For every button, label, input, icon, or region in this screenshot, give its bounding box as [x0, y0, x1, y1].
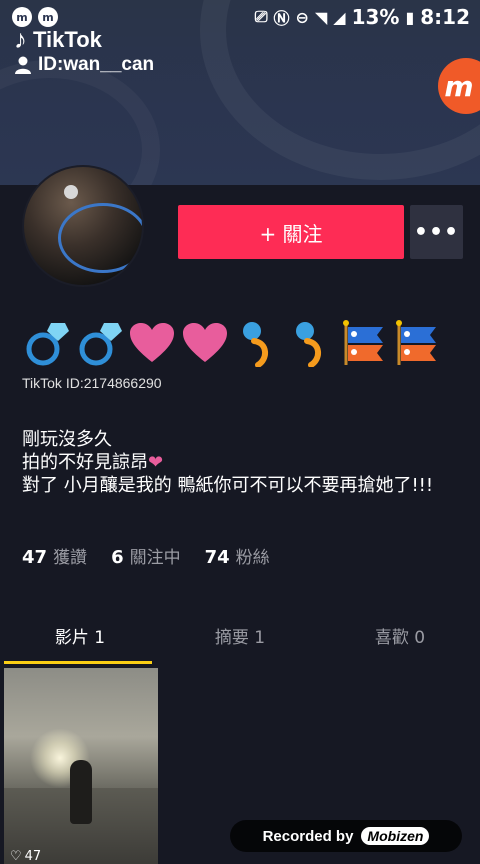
tab-likes[interactable]: 喜歡 0 — [320, 606, 480, 664]
video-likes-count: 47 — [24, 849, 42, 864]
followers-label: 粉絲 — [235, 548, 270, 568]
tiktok-id: TikTok ID:2174866290 — [22, 375, 162, 391]
following-stat[interactable]: 6 關注中 — [111, 543, 181, 568]
wifi-icon: ◥ — [314, 7, 328, 27]
app-name: TikTok — [33, 26, 102, 52]
following-label: 關注中 — [129, 548, 181, 568]
battery-icon: ▮ — [405, 7, 415, 27]
bio-line: 對了 小月釀是我的 鴨紙你可不可以不要再搶她了!!! — [22, 475, 434, 496]
more-options-button[interactable]: ••• — [410, 205, 463, 259]
recorder-watermark: Recorded by Mobizen — [230, 820, 462, 852]
followers-count: 74 — [204, 547, 230, 568]
pacifier-icon — [287, 318, 334, 368]
following-count: 6 — [111, 547, 124, 568]
ring-icon — [22, 318, 69, 368]
tiktok-logo-icon: ♪ — [14, 24, 27, 54]
user-icon — [15, 56, 31, 74]
carp-streamer-icon — [393, 318, 440, 368]
heart-outline-icon: ♡ — [10, 849, 22, 864]
user-id-row: ID:wan__can — [14, 54, 154, 76]
profile-bio: 剛玩沒多久 拍的不好見諒昂❤ 對了 小月釀是我的 鴨紙你可不可以不要再搶她了!!… — [22, 428, 462, 497]
follow-button[interactable]: + 關注 — [178, 205, 404, 259]
tab-videos[interactable]: 影片 1 — [0, 606, 160, 664]
heart-icon: ❤ — [148, 452, 164, 473]
nfc-icon: Ⓝ — [273, 9, 290, 28]
ring-icon — [75, 318, 122, 368]
battery-level: 13% — [351, 5, 400, 29]
likes-count: 47 — [22, 547, 48, 568]
likes-label: 獲讚 — [53, 548, 88, 568]
avatar[interactable] — [22, 165, 144, 287]
recorder-text: Recorded by — [262, 827, 354, 845]
bio-line: 剛玩沒多久 — [22, 429, 112, 450]
video-likes: ♡ 47 — [10, 849, 41, 864]
tab-summary[interactable]: 摘要 1 — [160, 606, 320, 664]
user-id: ID:wan__can — [38, 54, 155, 75]
app-title: ♪ TikTok — [14, 24, 102, 55]
heart-icon — [128, 318, 175, 368]
emoji-row — [22, 318, 440, 368]
bio-line: 拍的不好見諒昂❤ — [22, 452, 164, 473]
video-thumbnail[interactable]: ♡ 47 — [4, 668, 158, 864]
cast-icon: ⎚ — [254, 7, 268, 26]
signal-icon: ◢ — [333, 7, 346, 27]
profile-tabs: 影片 1 摘要 1 喜歡 0 — [0, 606, 480, 664]
clock: 8:12 — [420, 5, 470, 29]
followers-stat[interactable]: 74 粉絲 — [205, 543, 270, 568]
likes-stat[interactable]: 47 獲讚 — [22, 543, 87, 568]
do-not-disturb-icon: ⊖ — [295, 7, 309, 27]
profile-stats: 47 獲讚 6 關注中 74 粉絲 — [22, 543, 270, 568]
heart-icon — [181, 318, 228, 368]
recorder-brand: Mobizen — [361, 827, 430, 845]
carp-streamer-icon — [340, 318, 387, 368]
pacifier-icon — [234, 318, 281, 368]
